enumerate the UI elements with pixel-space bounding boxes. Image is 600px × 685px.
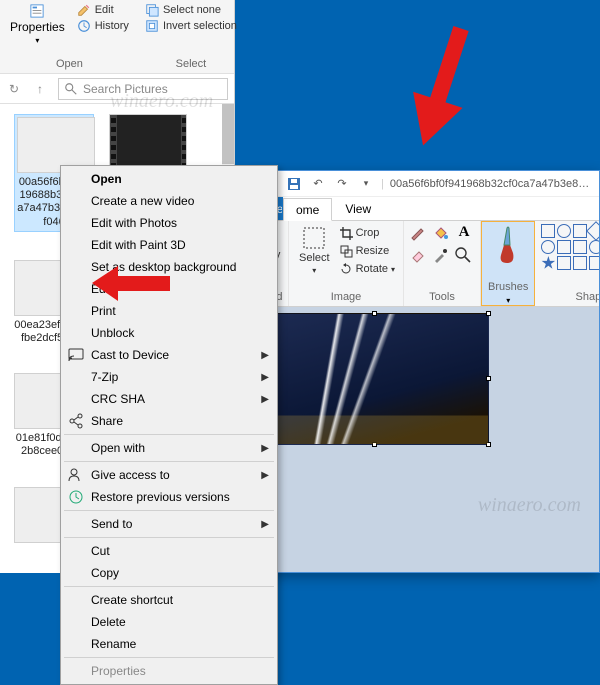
- menu-separator: [64, 586, 274, 587]
- tab-home[interactable]: ome: [283, 198, 332, 221]
- ribbon-group-select-label: Select: [176, 58, 207, 73]
- ribbon-group-select: Select none Invert selection Select: [141, 2, 241, 73]
- history-label: History: [95, 20, 129, 32]
- menu-unblock[interactable]: Unblock: [63, 322, 275, 344]
- chevron-right-icon: ▶: [261, 350, 269, 361]
- search-icon: [64, 82, 78, 96]
- menu-give-access[interactable]: Give access to▶: [63, 464, 275, 486]
- search-input[interactable]: Search Pictures: [58, 78, 228, 100]
- ribbon-group-open-label: Open: [56, 58, 83, 73]
- select-button[interactable]: Select ▾: [295, 224, 334, 277]
- resize-button[interactable]: Resize: [338, 242, 397, 260]
- picker-tool-icon[interactable]: [432, 246, 452, 267]
- people-icon: [68, 467, 84, 483]
- menu-edit-paint3d[interactable]: Edit with Paint 3D: [63, 234, 275, 256]
- tools-group-label: Tools: [429, 291, 455, 306]
- invert-selection-label: Invert selection: [163, 20, 237, 32]
- fill-tool-icon[interactable]: [432, 224, 452, 245]
- thumbnail-video: [109, 114, 187, 170]
- menu-restore-versions[interactable]: Restore previous versions: [63, 486, 275, 508]
- select-none-label: Select none: [163, 4, 221, 16]
- text-tool-icon[interactable]: A: [454, 224, 474, 241]
- paint-tabs: File ome View: [255, 197, 599, 221]
- menu-share[interactable]: Share: [63, 410, 275, 432]
- tab-view[interactable]: View: [332, 197, 384, 220]
- invert-selection-button[interactable]: Invert selection: [141, 18, 241, 34]
- paint-window: ▾ ↶ ↷ ▾ | 00a56f6bf0f941968b32cf0ca7a47b…: [254, 170, 600, 573]
- menu-create-shortcut[interactable]: Create shortcut: [63, 589, 275, 611]
- ribbon-group-tools: A Tools: [404, 221, 481, 306]
- menu-open-with[interactable]: Open with▶: [63, 437, 275, 459]
- edit-button[interactable]: Edit: [73, 2, 133, 18]
- edit-label: Edit: [95, 4, 114, 16]
- image-group-label: Image: [331, 291, 362, 306]
- redo-icon[interactable]: ↷: [333, 175, 351, 193]
- shapes-group-label: Shap: [576, 291, 600, 306]
- rotate-button[interactable]: Rotate ▾: [338, 260, 397, 278]
- brushes-label: Brushes: [488, 281, 528, 296]
- eraser-tool-icon[interactable]: [410, 246, 430, 267]
- properties-label: Properties: [10, 20, 65, 34]
- ribbon-group-shapes: Shap: [535, 221, 600, 306]
- chevron-right-icon: ▶: [261, 519, 269, 530]
- paint-canvas[interactable]: [261, 313, 489, 445]
- search-placeholder: Search Pictures: [83, 82, 168, 96]
- select-none-button[interactable]: Select none: [141, 2, 241, 18]
- menu-separator: [64, 510, 274, 511]
- cast-icon: [68, 347, 84, 363]
- menu-edit-photos[interactable]: Edit with Photos: [63, 212, 275, 234]
- restore-icon: [68, 489, 84, 505]
- brushes-button[interactable]: Brushes ▾: [481, 221, 535, 306]
- menu-rename[interactable]: Rename: [63, 633, 275, 655]
- undo-icon[interactable]: ↶: [309, 175, 327, 193]
- chevron-right-icon: ▶: [261, 394, 269, 405]
- menu-open[interactable]: Open: [63, 168, 275, 190]
- menu-cast[interactable]: Cast to Device▶: [63, 344, 275, 366]
- menu-crc-sha[interactable]: CRC SHA▶: [63, 388, 275, 410]
- menu-copy[interactable]: Copy: [63, 562, 275, 584]
- ribbon-group-image: Select ▾ Crop Resize Rotate ▾ Image: [289, 221, 404, 306]
- explorer-toolbar: ↻ ↑ Search Pictures: [0, 74, 234, 104]
- chevron-right-icon: ▶: [261, 443, 269, 454]
- menu-delete[interactable]: Delete: [63, 611, 275, 633]
- chevron-right-icon: ▶: [261, 470, 269, 481]
- menu-separator: [64, 434, 274, 435]
- thumbnail[interactable]: [109, 114, 189, 170]
- paint-titlebar[interactable]: ▾ ↶ ↷ ▾ | 00a56f6bf0f941968b32cf0ca7a47b…: [255, 171, 599, 197]
- qat-dropdown-icon[interactable]: ▾: [357, 175, 375, 193]
- paint-canvas-area[interactable]: winaero.com: [255, 307, 599, 572]
- annotation-arrow: [395, 20, 485, 160]
- annotation-arrow-edit: [92, 262, 172, 304]
- menu-separator: [64, 537, 274, 538]
- menu-send-to[interactable]: Send to▶: [63, 513, 275, 535]
- explorer-ribbon: Properties ▾ Edit History Open: [0, 0, 234, 74]
- pencil-tool-icon[interactable]: [410, 224, 430, 245]
- history-button[interactable]: History: [73, 18, 133, 34]
- scrollbar-thumb[interactable]: [222, 104, 234, 164]
- shapes-gallery[interactable]: [541, 224, 600, 270]
- watermark: winaero.com: [478, 494, 581, 517]
- paint-ribbon: ut opy oard Select ▾ Crop Resize Rotate …: [255, 221, 599, 307]
- menu-cut[interactable]: Cut: [63, 540, 275, 562]
- back-refresh-icon[interactable]: ↻: [6, 82, 22, 96]
- up-icon[interactable]: ↑: [32, 82, 48, 96]
- save-icon[interactable]: [285, 175, 303, 193]
- ribbon-group-open: Properties ▾ Edit History Open: [6, 2, 133, 73]
- share-icon: [68, 413, 84, 429]
- menu-7zip[interactable]: 7-Zip▶: [63, 366, 275, 388]
- menu-create-video[interactable]: Create a new video: [63, 190, 275, 212]
- menu-separator: [64, 657, 274, 658]
- menu-separator: [64, 461, 274, 462]
- paint-window-title: 00a56f6bf0f941968b32cf0ca7a47b3e80adf046…: [390, 178, 593, 190]
- properties-button[interactable]: Properties ▾: [6, 2, 69, 47]
- chevron-right-icon: ▶: [261, 372, 269, 383]
- magnifier-tool-icon[interactable]: [454, 246, 474, 267]
- menu-properties[interactable]: Properties: [63, 660, 275, 682]
- context-menu: Open Create a new video Edit with Photos…: [60, 165, 278, 685]
- crop-button[interactable]: Crop: [338, 224, 397, 242]
